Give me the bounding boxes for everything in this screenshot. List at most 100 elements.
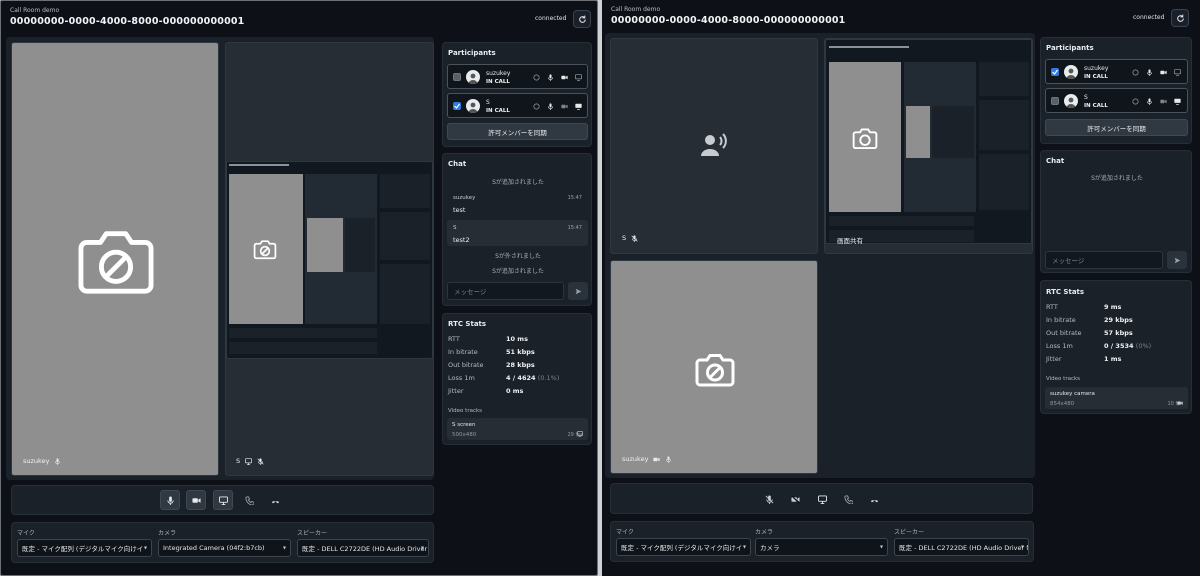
message-time: 15:47 bbox=[567, 225, 582, 231]
screen-share-preview bbox=[825, 39, 1032, 244]
message-author: S bbox=[453, 225, 457, 231]
send-button[interactable] bbox=[568, 282, 588, 300]
message-time: 15:47 bbox=[567, 195, 582, 201]
stat-value: 0 / 3534 (0%) bbox=[1104, 342, 1152, 350]
tile-name-text: 画面共有 bbox=[837, 237, 863, 245]
stat-label: Loss 1m bbox=[448, 374, 475, 382]
track-name: S screen bbox=[452, 422, 476, 428]
rtc-stats-panel: RTC Stats RTT 9 ms In bitrate 29 kbps Ou… bbox=[1040, 280, 1192, 414]
call-controls bbox=[11, 485, 434, 515]
room-subtitle: Call Room demo bbox=[611, 6, 661, 13]
chat-panel: Chat Sが追加されました メッセージ bbox=[1040, 150, 1192, 273]
avatar bbox=[466, 70, 480, 84]
screen-share-icon[interactable] bbox=[575, 103, 582, 110]
room-subtitle: Call Room demo bbox=[10, 7, 60, 14]
speaker-select[interactable]: 既定 - DELL C2722DE (HD Audio Driver fo ▾ bbox=[894, 538, 1029, 556]
participant-checkbox[interactable] bbox=[453, 102, 461, 110]
participant-checkbox[interactable] bbox=[1051, 68, 1059, 76]
camera-button[interactable] bbox=[186, 490, 206, 510]
mic-icon[interactable] bbox=[547, 74, 554, 81]
video-tile-s-audio[interactable]: S bbox=[610, 38, 818, 254]
stat-label: In bitrate bbox=[448, 348, 478, 356]
video-tile-screen-share[interactable]: 画面共有 bbox=[824, 38, 1033, 254]
video-tile-suzukey[interactable]: suzukey bbox=[11, 42, 219, 476]
chat-input[interactable]: メッセージ bbox=[447, 282, 564, 300]
call-controls bbox=[610, 483, 1033, 514]
stat-value: 57 kbps bbox=[1104, 329, 1133, 337]
participant-checkbox[interactable] bbox=[453, 73, 461, 81]
mic-icon[interactable] bbox=[1146, 98, 1153, 105]
screen-share-icon bbox=[218, 495, 228, 505]
stat-label: RTT bbox=[448, 335, 460, 343]
video-tile-s-screen[interactable]: S bbox=[225, 42, 434, 476]
screen-share-icon bbox=[577, 422, 583, 441]
stats-title: RTC Stats bbox=[448, 320, 487, 328]
screen-share-icon bbox=[245, 457, 253, 465]
participant-row-s: S IN CALL bbox=[447, 93, 588, 118]
room-title: 00000000-0000-4000-8000-000000000001 bbox=[611, 15, 846, 26]
speaker-select-label: スピーカー bbox=[894, 529, 925, 536]
participant-controls bbox=[533, 74, 582, 81]
participant-checkbox[interactable] bbox=[1051, 97, 1059, 105]
screen-share-icon[interactable] bbox=[575, 74, 582, 81]
sync-members-button[interactable]: 許可メンバーを同期 bbox=[1045, 119, 1188, 136]
camera-select[interactable]: Integrated Camera (04f2:b7cb) ▾ bbox=[158, 539, 291, 557]
screen-share-button[interactable] bbox=[812, 489, 832, 509]
stat-value: 4 / 4624 (0.1%) bbox=[506, 374, 560, 382]
camera-select-label: カメラ bbox=[158, 530, 177, 537]
camera-select[interactable]: カメラ ▾ bbox=[755, 538, 888, 556]
screen-share-icon[interactable] bbox=[1174, 69, 1181, 76]
rtc-stats-panel: RTC Stats RTT 10 ms In bitrate 51 kbps O… bbox=[442, 313, 592, 445]
mic-button[interactable] bbox=[759, 489, 779, 509]
camera-button[interactable] bbox=[785, 489, 805, 509]
refresh-button[interactable] bbox=[573, 10, 591, 28]
screen-share-icon[interactable] bbox=[1174, 98, 1181, 105]
speaker-select-label: スピーカー bbox=[297, 530, 328, 537]
participant-row-suzukey: suzukey IN CALL bbox=[1045, 59, 1188, 84]
send-button[interactable] bbox=[1167, 251, 1187, 269]
track-resolution: 500x480 bbox=[452, 432, 477, 438]
chat-input[interactable]: メッセージ bbox=[1045, 251, 1163, 269]
call-button[interactable] bbox=[239, 490, 259, 510]
camera-icon bbox=[191, 497, 201, 503]
participants-title: Participants bbox=[1046, 44, 1094, 52]
sync-members-button[interactable]: 許可メンバーを同期 bbox=[447, 123, 588, 140]
device-settings: マイク 既定 - マイク配列 (デジタルマイク向けイ ▾ カメラ Integrat… bbox=[11, 522, 434, 563]
chat-message: S 15:47 test2 bbox=[447, 220, 588, 246]
room-title: 00000000-0000-4000-8000-000000000001 bbox=[10, 16, 245, 27]
tile-name-text: S bbox=[236, 457, 241, 465]
speaker-select[interactable]: 既定 - DELL C2722DE (HD Audio Driver fo ▾ bbox=[297, 539, 429, 557]
tile-name-suzukey: suzukey bbox=[622, 455, 672, 463]
phone-icon bbox=[244, 495, 254, 505]
system-message: Sが追加されました bbox=[492, 179, 544, 186]
camera-off-icon[interactable] bbox=[561, 103, 568, 110]
hang-up-button[interactable] bbox=[864, 489, 884, 509]
stat-label: RTT bbox=[1046, 303, 1058, 311]
mic-select[interactable]: 既定 - マイク配列 (デジタルマイク向けイ ▾ bbox=[17, 539, 152, 557]
tile-name-suzukey: suzukey bbox=[23, 457, 61, 465]
video-tracks-title: Video tracks bbox=[1046, 376, 1081, 382]
mic-select[interactable]: 既定 - マイク配列 (デジタルマイク向けイ ▾ bbox=[616, 538, 751, 556]
screen-share-preview bbox=[226, 161, 433, 359]
tile-name-text: suzukey bbox=[23, 457, 50, 465]
hang-up-button[interactable] bbox=[265, 490, 285, 510]
mic-button[interactable] bbox=[160, 490, 180, 510]
screen-share-button[interactable] bbox=[213, 490, 233, 510]
camera-icon[interactable] bbox=[1160, 69, 1167, 76]
mic-icon[interactable] bbox=[1146, 69, 1153, 76]
participants-panel: Participants suzukey IN CALL S IN CALL 許… bbox=[1040, 37, 1192, 144]
call-button[interactable] bbox=[838, 489, 858, 509]
video-tile-suzukey[interactable]: suzukey bbox=[610, 260, 818, 474]
participant-row-suzukey: suzukey IN CALL bbox=[447, 64, 588, 89]
camera-icon[interactable] bbox=[561, 74, 568, 81]
refresh-button[interactable] bbox=[1171, 9, 1189, 27]
mic-off-icon bbox=[765, 494, 773, 504]
hang-up-icon bbox=[870, 499, 878, 502]
video-track-item: suzukey camera 854x480 10 fps bbox=[1045, 387, 1188, 409]
tile-name-s: S bbox=[236, 457, 264, 465]
camera-icon bbox=[852, 128, 878, 150]
camera-off-icon[interactable] bbox=[1160, 98, 1167, 105]
mic-icon[interactable] bbox=[547, 103, 554, 110]
chat-title: Chat bbox=[1046, 157, 1065, 165]
stats-title: RTC Stats bbox=[1046, 288, 1085, 296]
